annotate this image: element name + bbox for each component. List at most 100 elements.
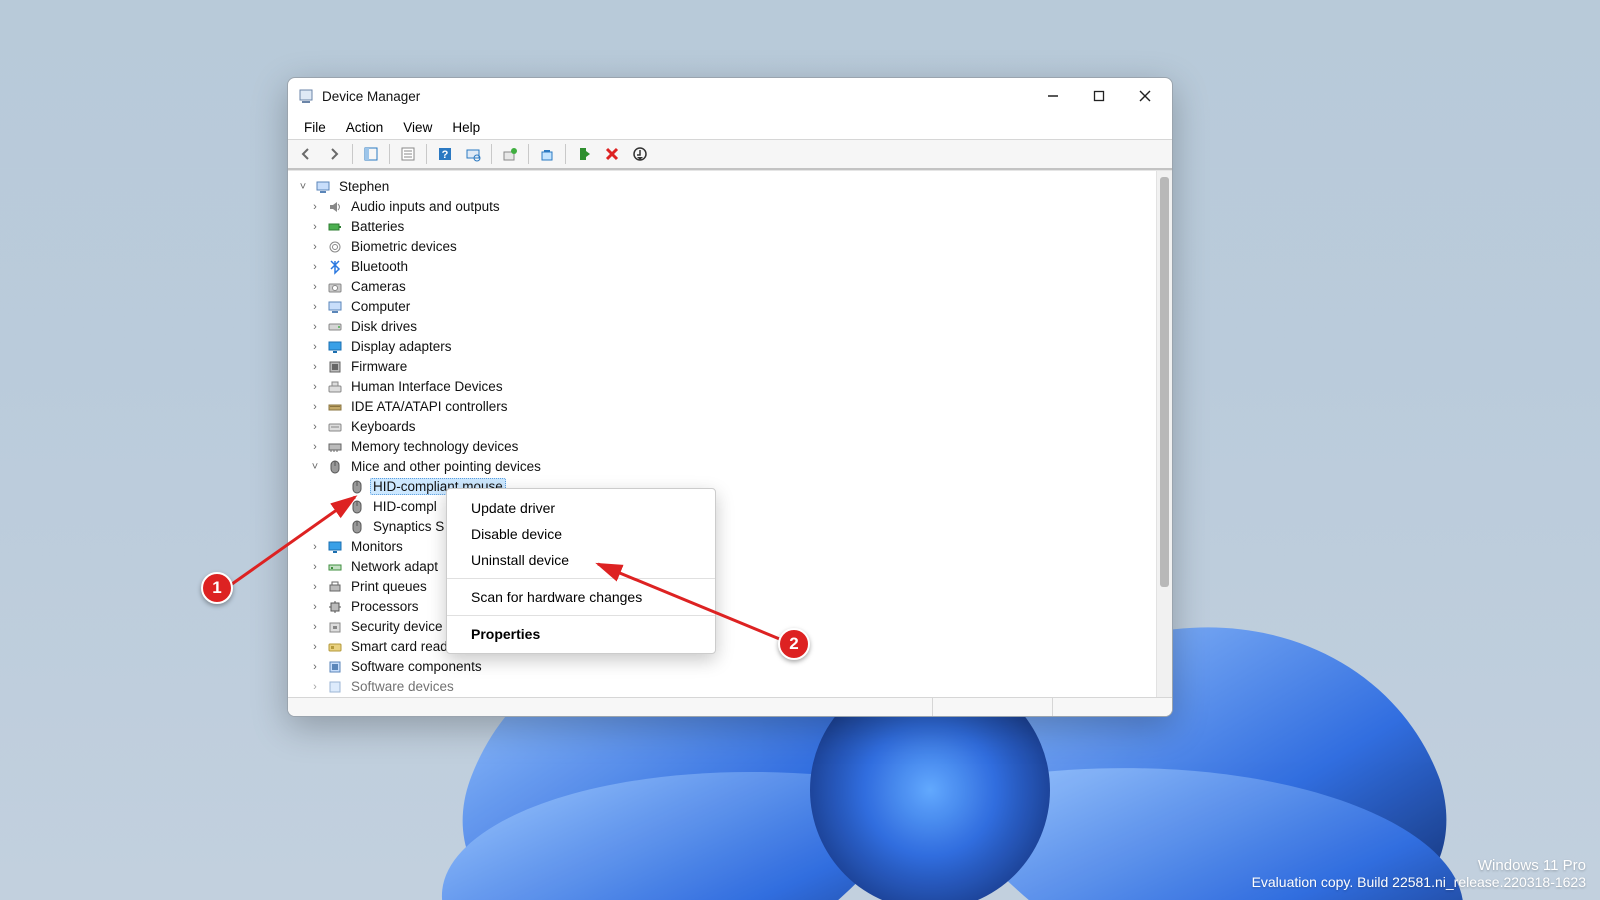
ide-icon — [326, 398, 344, 416]
software-icon — [326, 678, 344, 696]
menu-action[interactable]: Action — [336, 117, 394, 138]
expand-icon[interactable]: › — [308, 341, 322, 353]
tree-cat-computer[interactable]: ›Computer — [288, 297, 1156, 317]
collapse-icon[interactable]: ˅ — [308, 461, 322, 473]
expand-icon[interactable]: › — [308, 421, 322, 433]
tree-cat-mice[interactable]: ˅Mice and other pointing devices — [288, 457, 1156, 477]
desktop-watermark: Windows 11 Pro Evaluation copy. Build 22… — [1252, 857, 1586, 890]
expand-icon[interactable]: › — [308, 241, 322, 253]
toolbar: ? — [288, 140, 1172, 169]
tree-cat-keyboards[interactable]: ›Keyboards — [288, 417, 1156, 437]
expand-icon[interactable]: › — [308, 381, 322, 393]
help-button[interactable]: ? — [433, 142, 457, 166]
watermark-line2: Evaluation copy. Build 22581.ni_release.… — [1252, 874, 1586, 890]
expand-icon[interactable]: › — [308, 561, 322, 573]
uninstall-button[interactable] — [535, 142, 559, 166]
scan-button[interactable] — [461, 142, 485, 166]
tree-cat-monitors[interactable]: ›Monitors — [288, 537, 1156, 557]
tree-cat-processors[interactable]: ›Processors — [288, 597, 1156, 617]
expand-icon[interactable]: › — [308, 401, 322, 413]
expand-icon[interactable]: › — [308, 281, 322, 293]
device-manager-window: Device Manager File Action View Help ? ˅ — [287, 77, 1173, 717]
properties-button[interactable] — [396, 142, 420, 166]
tree-item-hid-mouse-1[interactable]: HID-compliant mouse — [288, 477, 1156, 497]
tree-cat-audio[interactable]: ›Audio inputs and outputs — [288, 197, 1156, 217]
update-driver-button[interactable] — [498, 142, 522, 166]
memory-icon — [326, 438, 344, 456]
tree-cat-smartcard[interactable]: ›Smart card readers — [288, 637, 1156, 657]
minimize-button[interactable] — [1030, 78, 1076, 114]
disable-button[interactable] — [600, 142, 624, 166]
cpu-icon — [326, 598, 344, 616]
tree-cat-display[interactable]: ›Display adapters — [288, 337, 1156, 357]
mouse-icon — [348, 478, 366, 496]
expand-icon[interactable]: › — [308, 301, 322, 313]
ctx-update-driver[interactable]: Update driver — [447, 495, 715, 521]
tree-cat-firmware[interactable]: ›Firmware — [288, 357, 1156, 377]
ctx-disable-device[interactable]: Disable device — [447, 521, 715, 547]
expand-icon[interactable]: › — [308, 621, 322, 633]
ctx-scan-hardware[interactable]: Scan for hardware changes — [447, 584, 715, 610]
tree-item-synaptics[interactable]: Synaptics S — [288, 517, 1156, 537]
scrollbar-thumb[interactable] — [1160, 177, 1169, 587]
ctx-separator — [447, 615, 715, 616]
security-icon — [326, 618, 344, 636]
titlebar[interactable]: Device Manager — [288, 78, 1172, 115]
menu-file[interactable]: File — [294, 117, 336, 138]
expand-icon[interactable]: › — [308, 641, 322, 653]
context-menu: Update driver Disable device Uninstall d… — [446, 488, 716, 654]
smartcard-icon — [326, 638, 344, 656]
tree-cat-cameras[interactable]: ›Cameras — [288, 277, 1156, 297]
computer-icon — [326, 298, 344, 316]
forward-button[interactable] — [322, 142, 346, 166]
expand-icon[interactable]: › — [308, 441, 322, 453]
menu-help[interactable]: Help — [442, 117, 490, 138]
ctx-properties[interactable]: Properties — [447, 621, 715, 647]
mouse-icon — [348, 498, 366, 516]
tree-root[interactable]: ˅ Stephen — [288, 177, 1156, 197]
tree-item-hid-mouse-2[interactable]: HID-compl — [288, 497, 1156, 517]
tree-cat-network[interactable]: ›Network adapt — [288, 557, 1156, 577]
tree-cat-security[interactable]: ›Security device — [288, 617, 1156, 637]
expand-icon[interactable]: › — [308, 221, 322, 233]
expand-icon[interactable]: › — [308, 201, 322, 213]
battery-icon — [326, 218, 344, 236]
tree-cat-software-devices[interactable]: ›Software devices — [288, 677, 1156, 697]
menu-view[interactable]: View — [393, 117, 442, 138]
status-bar — [288, 697, 1172, 716]
vertical-scrollbar[interactable] — [1156, 171, 1172, 697]
ctx-uninstall-device[interactable]: Uninstall device — [447, 547, 715, 573]
close-button[interactable] — [1122, 78, 1168, 114]
tree-cat-biometric[interactable]: ›Biometric devices — [288, 237, 1156, 257]
mouse-icon — [326, 458, 344, 476]
tree-cat-ide[interactable]: ›IDE ATA/ATAPI controllers — [288, 397, 1156, 417]
tree-cat-disk[interactable]: ›Disk drives — [288, 317, 1156, 337]
keyboard-icon — [326, 418, 344, 436]
show-hide-tree-button[interactable] — [359, 142, 383, 166]
expand-icon[interactable]: › — [308, 581, 322, 593]
printer-icon — [326, 578, 344, 596]
display-icon — [326, 338, 344, 356]
device-tree[interactable]: ˅ Stephen ›Audio inputs and outputs ›Bat… — [288, 171, 1156, 697]
tree-cat-bluetooth[interactable]: ›Bluetooth — [288, 257, 1156, 277]
expand-icon[interactable]: › — [308, 321, 322, 333]
tree-cat-hid[interactable]: ›Human Interface Devices — [288, 377, 1156, 397]
menu-bar: File Action View Help — [288, 115, 1172, 140]
expand-icon[interactable]: › — [308, 681, 322, 693]
expand-icon[interactable]: › — [308, 361, 322, 373]
expand-icon[interactable]: › — [308, 601, 322, 613]
tree-cat-batteries[interactable]: ›Batteries — [288, 217, 1156, 237]
disable-device-button[interactable] — [628, 142, 652, 166]
tree-cat-software-components[interactable]: ›Software components — [288, 657, 1156, 677]
collapse-icon[interactable]: ˅ — [296, 181, 310, 193]
tree-cat-printqueues[interactable]: ›Print queues — [288, 577, 1156, 597]
expand-icon[interactable]: › — [308, 541, 322, 553]
back-button[interactable] — [294, 142, 318, 166]
maximize-button[interactable] — [1076, 78, 1122, 114]
software-icon — [326, 658, 344, 676]
expand-icon[interactable]: › — [308, 261, 322, 273]
tree-cat-memorytech[interactable]: ›Memory technology devices — [288, 437, 1156, 457]
enable-button[interactable] — [572, 142, 596, 166]
network-icon — [326, 558, 344, 576]
expand-icon[interactable]: › — [308, 661, 322, 673]
